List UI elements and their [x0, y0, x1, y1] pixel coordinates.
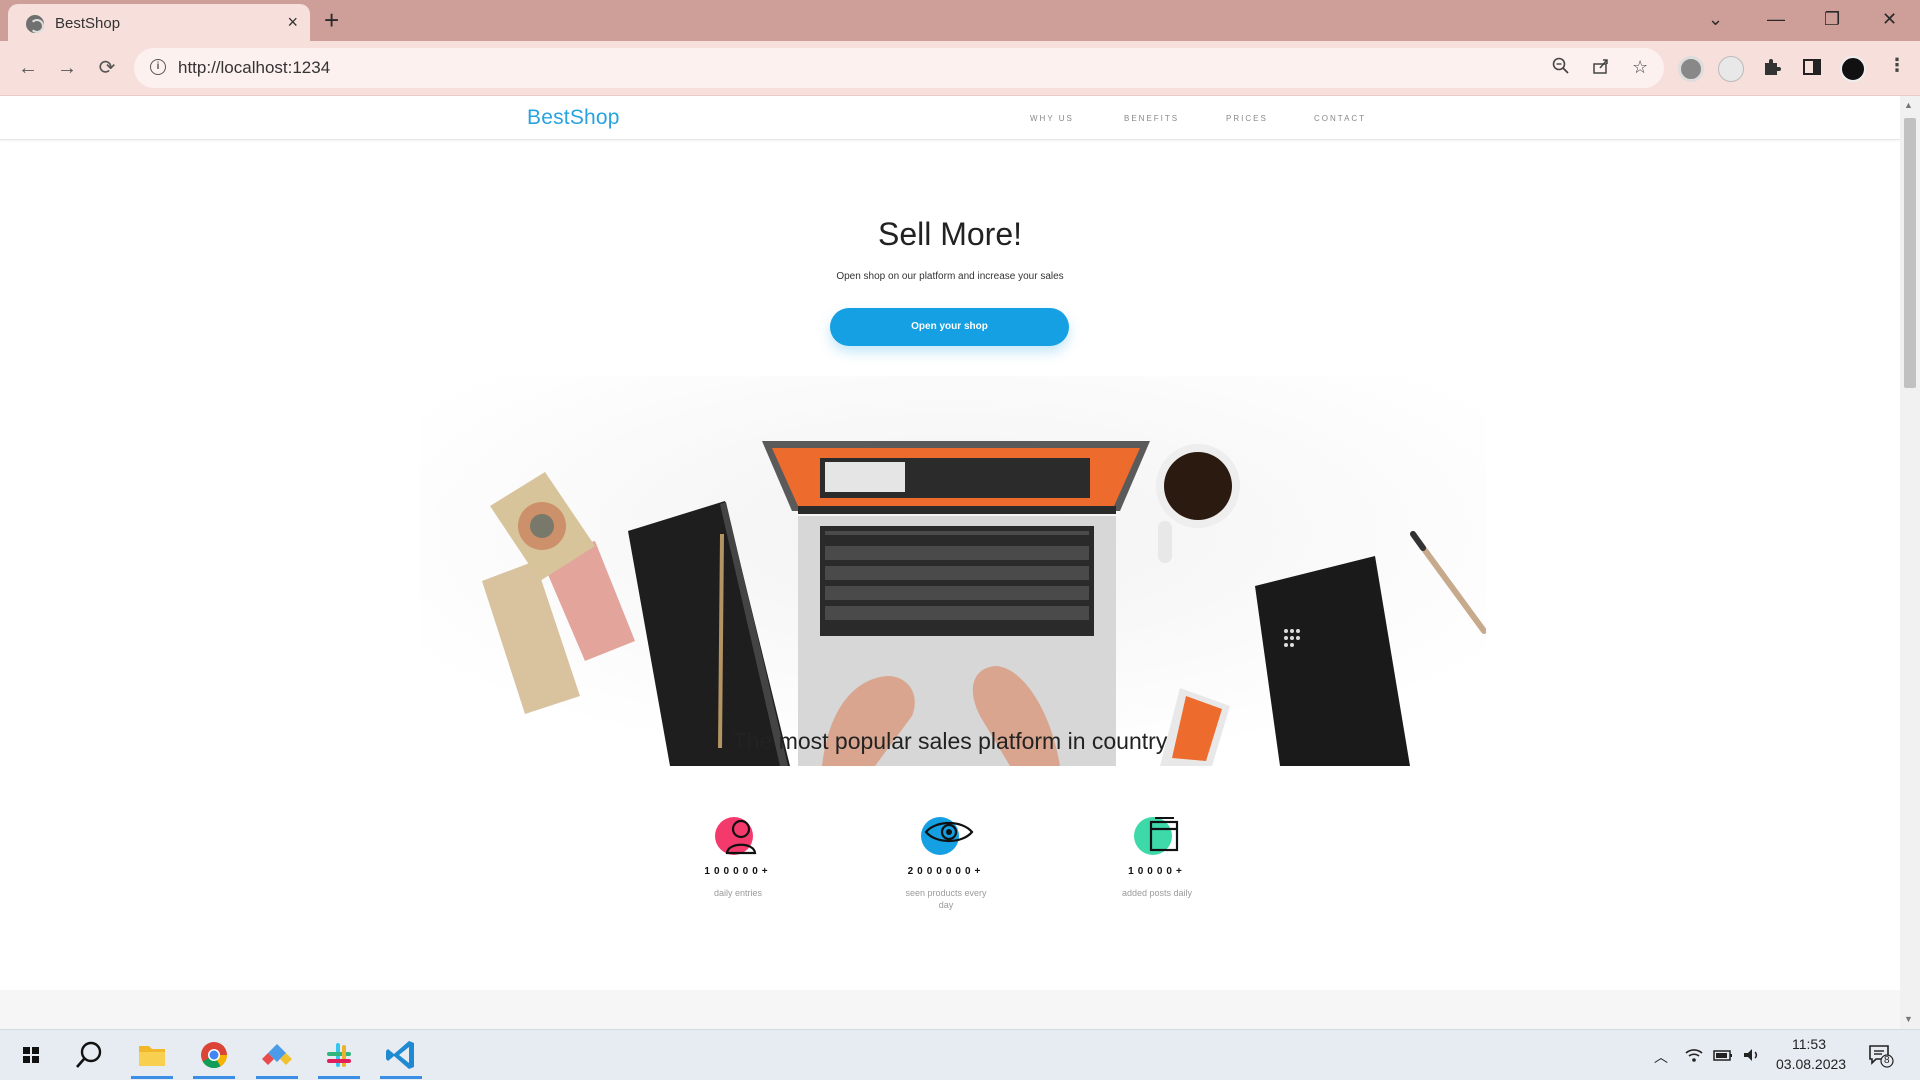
share-icon[interactable]: [1592, 57, 1610, 80]
next-section-band: [0, 990, 1900, 1029]
battery-icon[interactable]: [1713, 1047, 1733, 1066]
stats-title: The most popular sales platform in count…: [732, 728, 1168, 754]
new-tab-button[interactable]: +: [324, 6, 339, 34]
stat-seen-products: 2000000+ seen products every day: [876, 814, 1016, 911]
search-icon[interactable]: [64, 1032, 114, 1079]
laptop: [762, 441, 1150, 766]
nav-benefits[interactable]: BENEFITS: [1124, 114, 1179, 123]
reload-icon[interactable]: ⟳: [94, 55, 120, 81]
tab-close-icon[interactable]: ×: [287, 12, 298, 32]
page-viewport: BestShop WHY US BENEFITS PRICES CONTACT …: [0, 96, 1900, 1029]
minimize-button[interactable]: —: [1767, 8, 1785, 30]
extension-settings-icon[interactable]: [1678, 56, 1704, 82]
windows-taskbar: ︿ 11:53 03.08.2023 8: [0, 1029, 1920, 1080]
extension-compass-icon[interactable]: [1718, 56, 1744, 82]
stat-value: 100000+: [704, 866, 772, 877]
vscode-icon[interactable]: [376, 1032, 426, 1079]
tab-title: BestShop: [55, 15, 121, 32]
browser-titlebar: BestShop × + ⌄ — ❐ ✕: [0, 0, 1920, 41]
site-header: BestShop WHY US BENEFITS PRICES CONTACT: [0, 96, 1900, 140]
hero-title: Sell More!: [877, 216, 1023, 252]
open-shop-button[interactable]: Open your shop: [830, 308, 1069, 346]
nav-why-us[interactable]: WHY US: [1030, 114, 1074, 123]
notification-count: 8: [1884, 1055, 1890, 1066]
address-bar[interactable]: i http://localhost:1234 ☆: [134, 48, 1664, 88]
globe-icon: [26, 15, 44, 33]
chevron-up-icon[interactable]: ︿: [1654, 1047, 1668, 1067]
scroll-up-arrow-icon[interactable]: ▲: [1904, 100, 1913, 110]
restore-button[interactable]: ❐: [1824, 8, 1840, 30]
user-icon: [708, 814, 768, 858]
site-info-icon[interactable]: i: [150, 59, 166, 75]
slack-icon[interactable]: [314, 1032, 364, 1079]
window-icon: [1127, 814, 1187, 858]
puzzle-extensions-icon[interactable]: [1762, 57, 1782, 82]
page-scrollbar[interactable]: ▲ ▼: [1900, 96, 1920, 1029]
stat-label: seen products every day: [905, 888, 987, 910]
stat-label: added posts daily: [1121, 888, 1193, 898]
windows-start-icon[interactable]: [6, 1032, 56, 1079]
app-diamond-icon[interactable]: [252, 1032, 302, 1079]
scroll-thumb[interactable]: [1904, 118, 1916, 388]
clock-date[interactable]: 03.08.2023: [1776, 1056, 1846, 1072]
scroll-down-arrow-icon[interactable]: ▼: [1904, 1014, 1913, 1024]
nav-contact[interactable]: CONTACT: [1314, 114, 1366, 123]
hero-subtitle: Open shop on our platform and increase y…: [836, 271, 1064, 282]
notification-center-icon[interactable]: 8: [1868, 1044, 1894, 1071]
stat-added-posts: 10000+ added posts daily: [1087, 814, 1227, 899]
stat-label: daily entries: [713, 888, 763, 898]
forward-arrow-icon[interactable]: →: [54, 55, 80, 81]
clock-time[interactable]: 11:53: [1792, 1036, 1826, 1052]
zoom-icon[interactable]: [1552, 57, 1570, 80]
menu-kebab-icon[interactable]: ⋮: [1888, 55, 1906, 76]
close-window-button[interactable]: ✕: [1882, 8, 1897, 30]
file-explorer-icon[interactable]: [127, 1032, 177, 1079]
eye-icon: [916, 814, 976, 858]
nav-prices[interactable]: PRICES: [1226, 114, 1268, 123]
site-logo[interactable]: BestShop: [527, 106, 620, 130]
stat-value: 10000+: [1128, 866, 1186, 877]
url-text[interactable]: http://localhost:1234: [178, 58, 330, 78]
browser-toolbar: ← → ⟳ i http://localhost:1234 ☆ ⋮: [0, 41, 1920, 96]
hero-desk-image: [420, 376, 1486, 766]
stat-value: 2000000+: [907, 866, 985, 877]
side-panel-icon[interactable]: [1802, 57, 1822, 82]
back-arrow-icon[interactable]: ←: [15, 55, 41, 81]
chrome-icon[interactable]: [189, 1032, 239, 1079]
tab-search-icon[interactable]: ⌄: [1708, 8, 1723, 30]
wifi-icon[interactable]: [1684, 1047, 1704, 1066]
bookmark-star-icon[interactable]: ☆: [1632, 57, 1648, 78]
volume-icon[interactable]: [1742, 1047, 1762, 1066]
stat-daily-entries: 100000+ daily entries: [668, 814, 808, 899]
profile-avatar[interactable]: [1840, 56, 1866, 82]
browser-tab[interactable]: BestShop ×: [8, 4, 310, 41]
